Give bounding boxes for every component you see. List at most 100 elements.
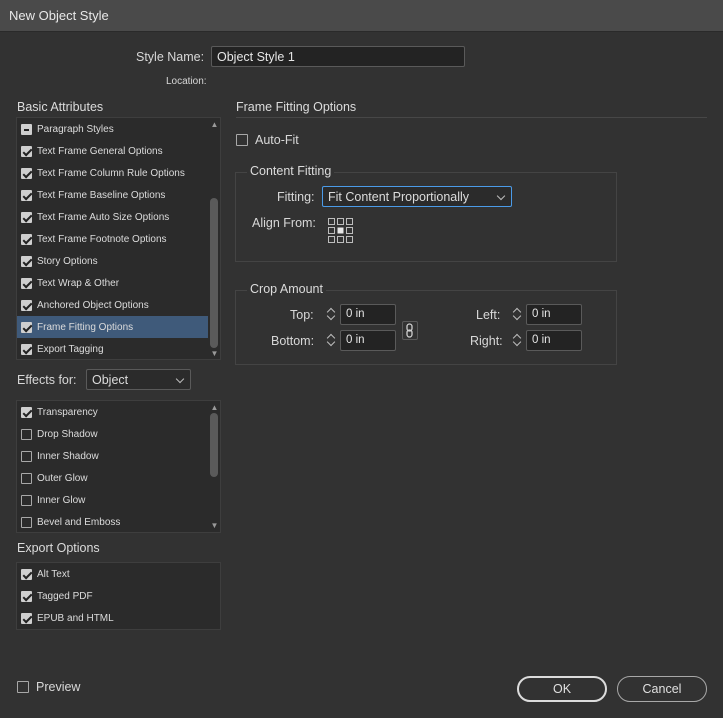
stepper-arrows-icon[interactable] — [510, 304, 526, 325]
ok-button[interactable]: OK — [517, 676, 607, 702]
basic-attribute-checkbox[interactable] — [21, 211, 32, 223]
basic-attribute-checkbox[interactable] — [21, 123, 32, 135]
bottom-label: Bottom: — [271, 334, 315, 348]
list-item[interactable]: Text Wrap & Other — [17, 272, 208, 294]
left-value[interactable]: 0 in — [526, 304, 582, 325]
basic-attribute-checkbox[interactable] — [21, 233, 32, 245]
auto-fit-checkbox-box[interactable] — [236, 134, 248, 146]
preview-label: Preview — [36, 680, 81, 694]
export-option-label: Tagged PDF — [37, 590, 93, 602]
effect-label: Inner Glow — [37, 494, 86, 506]
list-item[interactable]: Inner Glow — [17, 489, 208, 511]
export-option-label: Alt Text — [37, 568, 70, 580]
list-item[interactable]: Frame Fitting Options — [17, 316, 208, 338]
top-stepper[interactable]: 0 in — [324, 304, 396, 325]
effect-checkbox[interactable] — [21, 450, 32, 462]
auto-fit-checkbox[interactable]: Auto-Fit — [236, 133, 299, 147]
scroll-up-icon[interactable]: ▲ — [210, 403, 219, 412]
effect-label: Drop Shadow — [37, 428, 98, 440]
basic-attribute-checkbox[interactable] — [21, 145, 32, 157]
style-name-input[interactable] — [211, 46, 465, 67]
top-value[interactable]: 0 in — [340, 304, 396, 325]
auto-fit-label: Auto-Fit — [255, 133, 299, 147]
bottom-stepper[interactable]: 0 in — [324, 330, 396, 351]
list-item[interactable]: Outer Glow — [17, 467, 208, 489]
basic-attribute-label: Frame Fitting Options — [37, 321, 134, 333]
basic-attributes-scrollbar[interactable]: ▲ ▼ — [209, 118, 220, 359]
content-fitting-title: Content Fitting — [247, 164, 335, 178]
effects-for-select[interactable]: Object — [86, 369, 191, 390]
effect-checkbox[interactable] — [21, 516, 32, 528]
bottom-value[interactable]: 0 in — [340, 330, 396, 351]
list-item[interactable]: Drop Shadow — [17, 423, 208, 445]
list-item[interactable]: Bevel and Emboss — [17, 511, 208, 533]
preview-checkbox[interactable]: Preview — [17, 680, 80, 694]
right-label: Right: — [470, 334, 503, 348]
list-item[interactable]: Text Frame Baseline Options — [17, 184, 208, 206]
list-item[interactable]: Alt Text — [17, 563, 208, 585]
export-option-checkbox[interactable] — [21, 590, 32, 602]
style-name-label: Style Name: — [136, 50, 205, 64]
cancel-button[interactable]: Cancel — [617, 676, 707, 702]
effect-checkbox[interactable] — [21, 494, 32, 506]
basic-attribute-label: Text Frame Column Rule Options — [37, 167, 185, 179]
basic-attribute-checkbox[interactable] — [21, 255, 32, 267]
basic-attribute-checkbox[interactable] — [21, 321, 32, 333]
list-item[interactable]: Tagged PDF — [17, 585, 208, 607]
basic-attribute-label: Text Frame General Options — [37, 145, 163, 157]
right-stepper[interactable]: 0 in — [510, 330, 582, 351]
stepper-arrows-icon[interactable] — [324, 304, 340, 325]
list-item[interactable]: Text Frame General Options — [17, 140, 208, 162]
basic-attribute-checkbox[interactable] — [21, 277, 32, 289]
preview-checkbox-box[interactable] — [17, 681, 29, 693]
effects-scrollbar[interactable]: ▲ ▼ — [209, 401, 220, 532]
scroll-down-icon[interactable]: ▼ — [210, 521, 219, 530]
basic-attribute-checkbox[interactable] — [21, 189, 32, 201]
reference-point-icon[interactable] — [328, 218, 353, 243]
list-item[interactable]: Story Options — [17, 250, 208, 272]
stepper-arrows-icon[interactable] — [510, 330, 526, 351]
list-item[interactable]: Text Frame Auto Size Options — [17, 206, 208, 228]
list-item[interactable]: Inner Shadow — [17, 445, 208, 467]
reference-point-grid[interactable] — [328, 218, 353, 243]
list-item[interactable]: EPUB and HTML — [17, 607, 208, 629]
effect-checkbox[interactable] — [21, 472, 32, 484]
basic-attributes-heading: Basic Attributes — [17, 100, 104, 114]
scroll-up-icon[interactable]: ▲ — [210, 120, 219, 129]
stepper-arrows-icon[interactable] — [324, 330, 340, 351]
basic-attribute-label: Text Frame Auto Size Options — [37, 211, 170, 223]
window-title: New Object Style — [9, 8, 109, 23]
scroll-down-icon[interactable]: ▼ — [210, 349, 219, 358]
chain-link-icon — [406, 323, 413, 338]
list-item[interactable]: Anchored Object Options — [17, 294, 208, 316]
basic-attribute-checkbox[interactable] — [21, 343, 32, 355]
chevron-down-icon — [496, 191, 506, 201]
fitting-select[interactable]: Fit Content Proportionally — [322, 186, 512, 207]
list-item[interactable]: Text Frame Footnote Options — [17, 228, 208, 250]
effect-label: Outer Glow — [37, 472, 88, 484]
link-constraint-button[interactable] — [402, 321, 418, 340]
basic-attribute-label: Story Options — [37, 255, 98, 267]
list-item[interactable]: Export Tagging — [17, 338, 208, 360]
effect-checkbox[interactable] — [21, 428, 32, 440]
list-item[interactable]: Text Frame Column Rule Options — [17, 162, 208, 184]
right-value[interactable]: 0 in — [526, 330, 582, 351]
export-option-checkbox[interactable] — [21, 612, 32, 624]
align-from-label: Align From: — [252, 216, 316, 230]
list-item[interactable]: Paragraph Styles — [17, 118, 208, 140]
left-stepper[interactable]: 0 in — [510, 304, 582, 325]
basic-attribute-label: Paragraph Styles — [37, 123, 114, 135]
export-options-list: Alt Text Tagged PDF EPUB and HTML — [16, 562, 221, 630]
scroll-thumb[interactable] — [210, 198, 218, 348]
basic-attribute-checkbox[interactable] — [21, 299, 32, 311]
fitting-value: Fit Content Proportionally — [328, 189, 470, 204]
export-option-label: EPUB and HTML — [37, 612, 114, 624]
basic-attribute-checkbox[interactable] — [21, 167, 32, 179]
effect-checkbox[interactable] — [21, 406, 32, 418]
left-label: Left: — [476, 308, 501, 322]
scroll-thumb[interactable] — [210, 413, 218, 477]
list-item[interactable]: Transparency — [17, 401, 208, 423]
export-option-checkbox[interactable] — [21, 568, 32, 580]
effects-list: Transparency Drop Shadow Inner Shadow Outer… — [16, 400, 221, 533]
title-bar: New Object Style — [0, 0, 723, 32]
